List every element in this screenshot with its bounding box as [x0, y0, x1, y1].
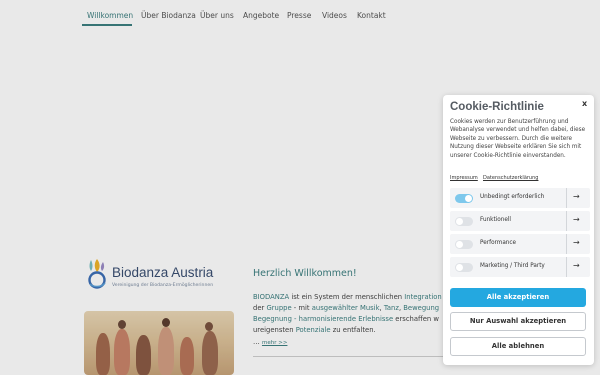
cookie-category-funktionell: Funktionell → — [450, 211, 590, 231]
toggle-knob — [456, 264, 463, 271]
arrow-right-icon[interactable]: → — [573, 238, 580, 247]
cookie-category-performance: Performance → — [450, 234, 590, 254]
row-separator — [566, 188, 567, 208]
cookie-category-marketing: Marketing / Third Party → — [450, 257, 590, 277]
reject-all-button[interactable]: Alle ablehnen — [450, 337, 586, 356]
accept-selection-button[interactable]: Nur Auswahl akzeptieren — [450, 312, 586, 331]
category-label: Unbedingt erforderlich — [480, 194, 545, 200]
toggle-knob — [456, 218, 463, 225]
datenschutz-link[interactable]: Datenschutzerklärung — [483, 175, 538, 181]
row-separator — [566, 257, 567, 277]
toggle-knob — [465, 195, 472, 202]
arrow-right-icon[interactable]: → — [573, 192, 580, 201]
toggle-unbedingt-erforderlich[interactable] — [455, 194, 473, 203]
cookie-description: Cookies werden zur Benutzerführung und W… — [450, 119, 586, 159]
accept-all-button[interactable]: Alle akzeptieren — [450, 288, 586, 307]
toggle-marketing[interactable] — [455, 263, 473, 272]
close-icon[interactable]: x — [582, 99, 587, 108]
row-separator — [566, 211, 567, 231]
arrow-right-icon[interactable]: → — [573, 261, 580, 270]
category-label: Funktionell — [480, 217, 512, 223]
arrow-right-icon[interactable]: → — [573, 215, 580, 224]
toggle-knob — [456, 241, 463, 248]
category-label: Performance — [480, 240, 517, 246]
category-label: Marketing / Third Party — [480, 263, 545, 269]
toggle-funktionell[interactable] — [455, 217, 473, 226]
impressum-link[interactable]: Impressum — [450, 175, 478, 181]
toggle-performance[interactable] — [455, 240, 473, 249]
cookie-dialog-title: Cookie-Richtlinie — [450, 101, 544, 113]
cookie-category-unbedingt: Unbedingt erforderlich → — [450, 188, 590, 208]
row-separator — [566, 234, 567, 254]
cookie-dialog: Cookie-Richtlinie x Cookies werden zur B… — [443, 95, 594, 365]
